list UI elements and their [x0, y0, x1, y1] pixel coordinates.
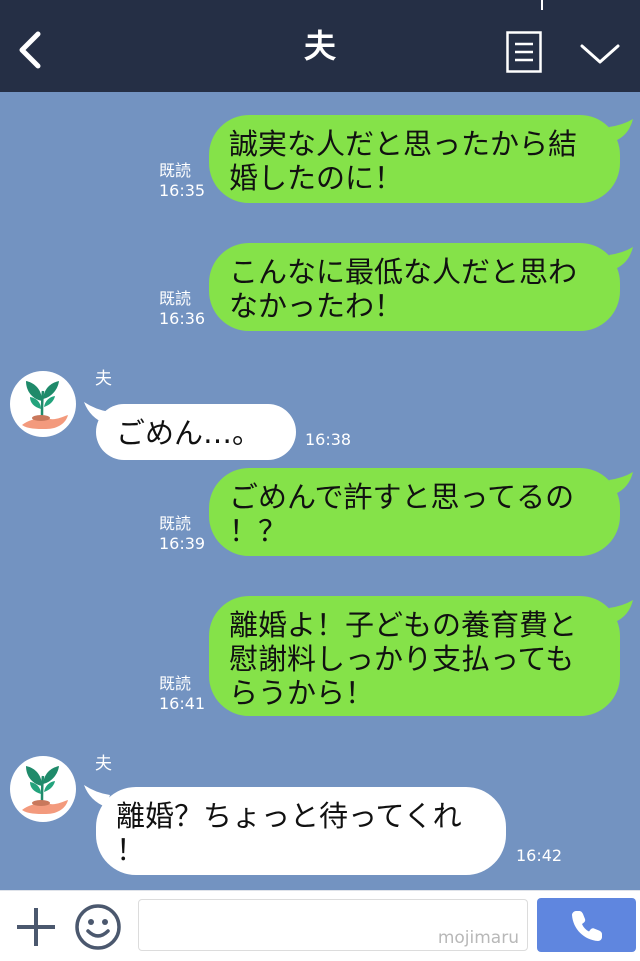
message-incoming: 夫 ごめん…。 16:38: [0, 362, 640, 472]
smile-icon[interactable]: [74, 903, 122, 951]
message-text-line: こんなに最低な人だと思わ: [229, 255, 578, 289]
message-outgoing: 既読 16:41 離婚よ！子どもの養育費と 慰謝料しっかり支払っても らうから！: [0, 592, 640, 722]
message-outgoing: 既読 16:35 誠実な人だと思ったから結 婚したのに！: [0, 92, 640, 212]
message-text-line: 誠実な人だと思ったから結: [229, 127, 578, 161]
chevron-down-icon[interactable]: [578, 38, 622, 68]
message-text-line: 離婚？ちょっと待ってくれ: [116, 799, 462, 833]
chat-title: 夫: [303, 27, 336, 65]
message-outgoing: 既読 16:36 こんなに最低な人だと思わ なかったわ！: [0, 222, 640, 342]
message-meta: 既読 16:39: [159, 514, 205, 554]
message-time: 16:42: [516, 846, 563, 865]
message-bubble[interactable]: こんなに最低な人だと思わ なかったわ！: [209, 243, 620, 331]
message-time: 16:41: [159, 694, 206, 713]
plant-hand-icon: [22, 766, 68, 814]
message-meta: 既読 16:36: [159, 289, 205, 329]
message-text-line: なかったわ！: [229, 289, 404, 323]
message-text-line: ごめんで許すと思ってるの: [229, 480, 575, 514]
phone-icon: [572, 911, 602, 941]
bubble-tail: [609, 119, 633, 141]
message-bubble[interactable]: 離婚よ！子どもの養育費と 慰謝料しっかり支払っても らうから！: [209, 596, 620, 716]
chat-area[interactable]: 既読 16:35 誠実な人だと思ったから結 婚したのに！ 既読 16:36 こん…: [0, 92, 640, 890]
read-receipt: 既読: [159, 674, 192, 693]
watermark: mojimaru: [437, 928, 519, 948]
read-receipt: 既読: [159, 289, 192, 308]
read-receipt: 既読: [159, 161, 192, 180]
read-receipt: 既読: [159, 514, 192, 533]
plant-hand-icon: [22, 381, 68, 429]
message-text-line: ！: [116, 833, 146, 867]
bubble-tail: [609, 472, 633, 494]
message-bubble[interactable]: 離婚？ちょっと待ってくれ ！: [96, 787, 506, 875]
message-time: 16:38: [305, 430, 352, 449]
bubble-tail: [609, 600, 633, 622]
menu-list-icon[interactable]: [506, 31, 542, 73]
call-button[interactable]: [537, 898, 636, 952]
input-bar: mojimaru: [0, 890, 640, 961]
message-text-line: らうから！: [229, 676, 375, 710]
message-text-line: 婚したのに！: [229, 161, 404, 195]
message-time: 16:35: [159, 181, 206, 200]
message-incoming: 夫 離婚？ちょっと待ってくれ ！ 16:42: [0, 747, 640, 887]
message-bubble[interactable]: ごめん…。: [96, 404, 296, 460]
message-meta: 既読 16:41: [159, 674, 205, 714]
message-outgoing: 既読 16:39 ごめんで許すと思ってるの ！？: [0, 462, 640, 572]
message-time: 16:36: [159, 309, 206, 328]
message-input[interactable]: mojimaru: [138, 899, 528, 951]
sender-name: 夫: [95, 369, 112, 389]
message-bubble[interactable]: 誠実な人だと思ったから結 婚したのに！: [209, 115, 620, 203]
chat-header: 夫: [0, 0, 640, 92]
message-text-line: ！？: [229, 514, 288, 548]
message-text-line: 離婚よ！子どもの養育費と: [229, 608, 578, 642]
status-bar-mark: [541, 0, 543, 10]
message-bubble[interactable]: ごめんで許すと思ってるの ！？: [209, 468, 620, 556]
message-text-line: ごめん…。: [116, 416, 262, 450]
sender-name: 夫: [95, 754, 112, 774]
message-meta: 既読 16:35: [159, 161, 205, 201]
avatar[interactable]: [10, 371, 76, 437]
avatar[interactable]: [10, 756, 76, 822]
plus-icon[interactable]: [14, 905, 58, 949]
bubble-tail: [609, 247, 633, 269]
message-time: 16:39: [159, 534, 206, 553]
message-text-line: 慰謝料しっかり支払っても: [229, 642, 575, 676]
